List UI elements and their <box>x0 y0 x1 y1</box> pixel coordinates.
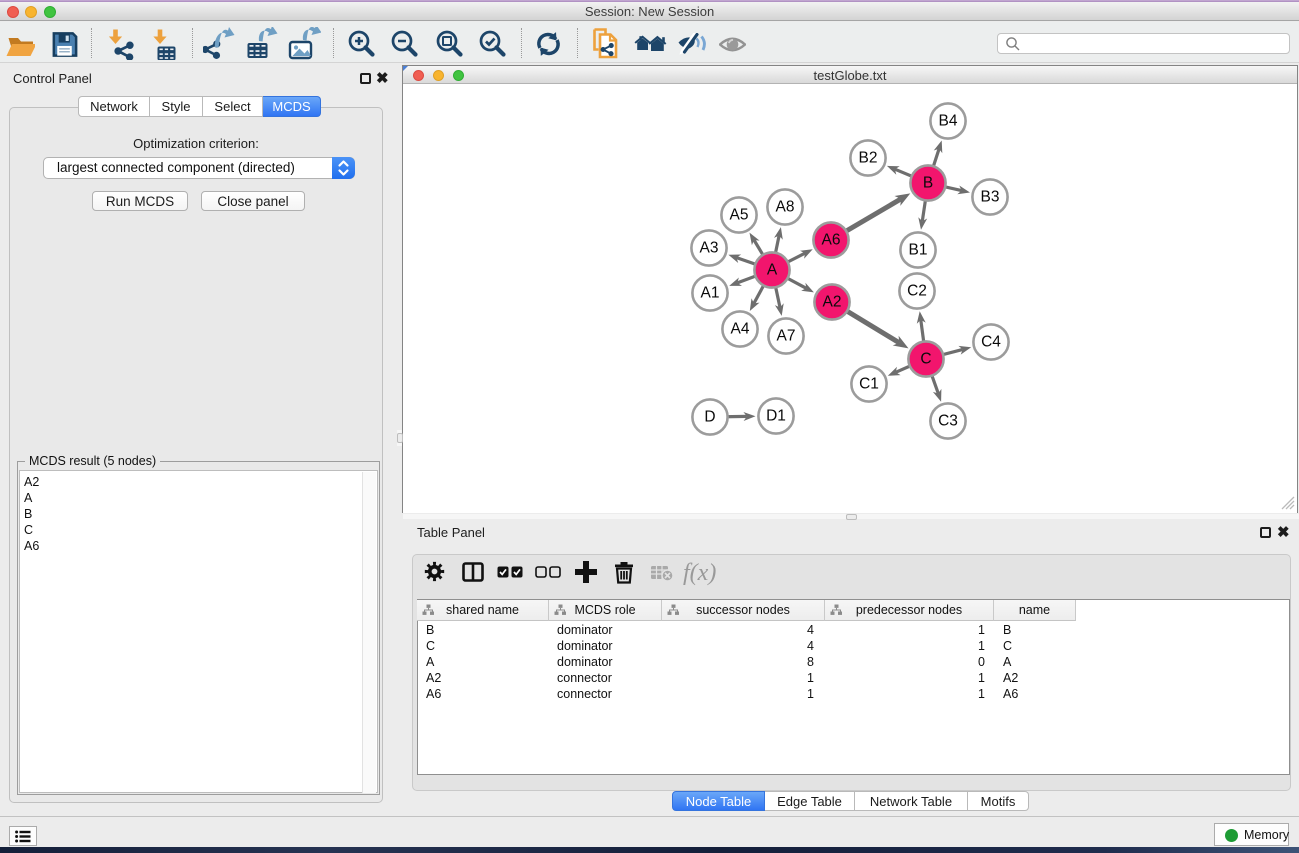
svg-text:C2: C2 <box>907 283 927 300</box>
svg-text:C1: C1 <box>859 376 879 393</box>
svg-text:B3: B3 <box>981 189 1000 206</box>
svg-text:A8: A8 <box>776 199 795 216</box>
svg-text:C: C <box>920 351 931 368</box>
svg-text:A5: A5 <box>730 207 749 224</box>
svg-text:A7: A7 <box>777 328 796 345</box>
svg-text:B: B <box>923 175 933 192</box>
svg-text:B2: B2 <box>859 150 878 167</box>
svg-text:A2: A2 <box>823 294 842 311</box>
svg-text:D1: D1 <box>766 408 786 425</box>
svg-text:C3: C3 <box>938 413 958 430</box>
svg-text:A: A <box>767 262 778 279</box>
svg-text:B4: B4 <box>939 113 958 130</box>
svg-text:A3: A3 <box>700 240 719 257</box>
svg-text:B1: B1 <box>909 242 928 259</box>
svg-text:D: D <box>704 409 715 426</box>
svg-text:A1: A1 <box>701 285 720 302</box>
svg-text:A6: A6 <box>822 232 841 249</box>
svg-text:A4: A4 <box>731 321 750 338</box>
svg-text:C4: C4 <box>981 334 1001 351</box>
